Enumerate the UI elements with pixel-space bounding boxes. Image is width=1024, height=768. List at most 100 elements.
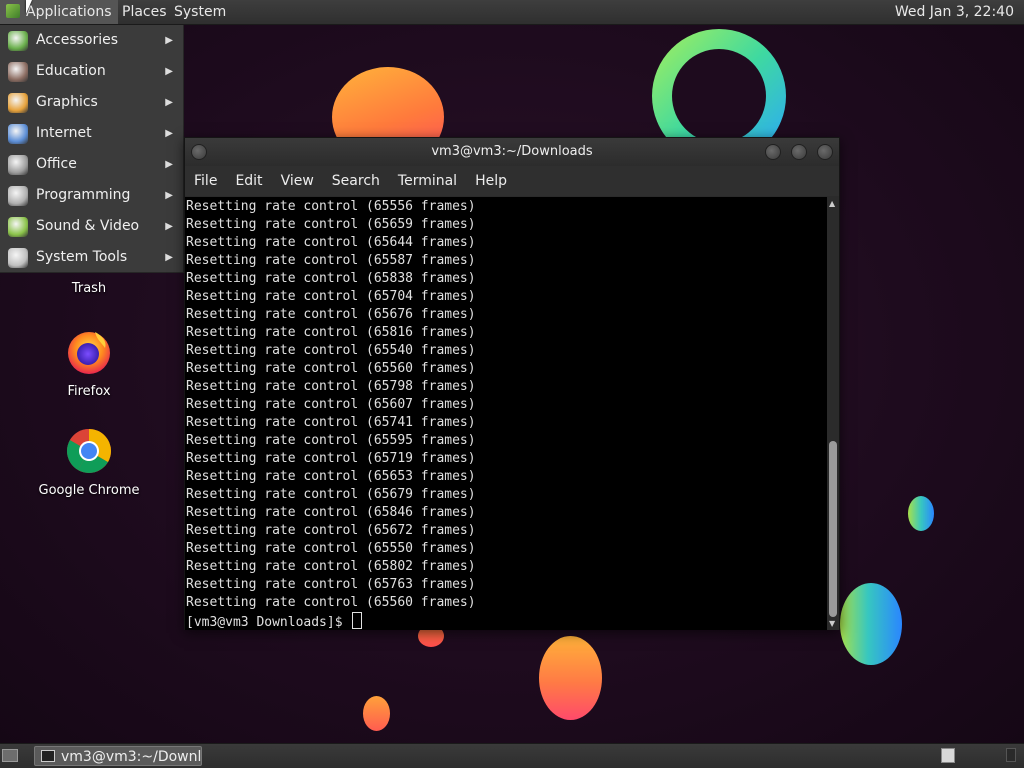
- terminal-output: Resetting rate control (65556 frames) Res…: [185, 197, 828, 612]
- applications-menu-label: Applications: [26, 4, 112, 20]
- terminal-menu-help[interactable]: Help: [466, 166, 516, 196]
- submenu-arrow-icon: ▶: [165, 159, 173, 170]
- desktop-icon-trash[interactable]: Trash: [29, 277, 149, 296]
- terminal-output-line: Resetting rate control (65644 frames): [186, 235, 476, 250]
- desktop-icon-chrome[interactable]: Google Chrome: [29, 427, 149, 498]
- terminal-output-line: Resetting rate control (65763 frames): [186, 577, 476, 592]
- terminal-screen[interactable]: Resetting rate control (65556 frames) Res…: [185, 197, 828, 630]
- desktop-icon-firefox[interactable]: Firefox: [29, 328, 149, 399]
- terminal-output-line: Resetting rate control (65679 frames): [186, 487, 476, 502]
- submenu-arrow-icon: ▶: [165, 252, 173, 263]
- taskbar-item-terminal[interactable]: vm3@vm3:~/Downl...: [34, 746, 202, 766]
- scroll-down-arrow-icon[interactable]: ▼: [829, 619, 835, 628]
- apps-menu-item-education[interactable]: Education ▶: [0, 56, 183, 87]
- apps-menu-item-label: Office: [36, 156, 77, 172]
- maximize-button[interactable]: [791, 144, 807, 160]
- terminal-output-line: Resetting rate control (65846 frames): [186, 505, 476, 520]
- terminal-output-line: Resetting rate control (65560 frames): [186, 361, 476, 376]
- internet-icon: [8, 124, 28, 144]
- submenu-arrow-icon: ▶: [165, 221, 173, 232]
- apps-menu-item-system-tools[interactable]: System Tools ▶: [0, 242, 183, 273]
- terminal-icon: [41, 750, 55, 762]
- wallpaper-blue-oval: [840, 583, 902, 665]
- wallpaper-orange-dot: [363, 696, 390, 731]
- terminal-output-line: Resetting rate control (65798 frames): [186, 379, 476, 394]
- terminal-output-line: Resetting rate control (65595 frames): [186, 433, 476, 448]
- terminal-output-line: Resetting rate control (65719 frames): [186, 451, 476, 466]
- text-cursor: [352, 612, 363, 629]
- terminal-prompt-line[interactable]: [vm3@vm3 Downloads]$: [185, 612, 828, 630]
- apps-menu-item-label: Internet: [36, 125, 92, 141]
- terminal-menu-search[interactable]: Search: [323, 166, 389, 196]
- applications-dropdown: Accessories ▶ Education ▶ Graphics ▶ Internet ▶…: [0, 25, 184, 273]
- office-icon: [8, 155, 28, 175]
- graphics-icon: [8, 93, 28, 113]
- applications-logo-icon: [6, 4, 20, 18]
- scroll-up-arrow-icon[interactable]: ▲: [829, 199, 835, 208]
- apps-menu-item-office[interactable]: Office ▶: [0, 149, 183, 180]
- places-menu[interactable]: Places: [116, 0, 173, 24]
- terminal-output-line: Resetting rate control (65556 frames): [186, 199, 476, 214]
- terminal-menu-terminal[interactable]: Terminal: [389, 166, 466, 196]
- submenu-arrow-icon: ▶: [165, 35, 173, 46]
- terminal-window: vm3@vm3:~/Downloads File Edit View Search Te…: [184, 137, 840, 630]
- education-icon: [8, 62, 28, 82]
- scrollbar-thumb[interactable]: [829, 441, 837, 617]
- terminal-output-line: Resetting rate control (65704 frames): [186, 289, 476, 304]
- terminal-output-line: Resetting rate control (65653 frames): [186, 469, 476, 484]
- trash-applet-icon[interactable]: [1006, 748, 1016, 762]
- chrome-icon: [67, 429, 111, 473]
- bottom-panel: vm3@vm3:~/Downl...: [0, 743, 1024, 768]
- apps-menu-item-label: Accessories: [36, 32, 119, 48]
- firefox-label: Firefox: [67, 384, 111, 399]
- taskbar-item-label: vm3@vm3:~/Downl...: [61, 749, 202, 765]
- apps-menu-item-internet[interactable]: Internet ▶: [0, 118, 183, 149]
- apps-menu-item-label: System Tools: [36, 249, 128, 265]
- terminal-menu-view[interactable]: View: [272, 166, 323, 196]
- mouse-pointer-icon: [26, 0, 32, 14]
- firefox-icon: [68, 332, 110, 374]
- terminal-output-line: Resetting rate control (65587 frames): [186, 253, 476, 268]
- apps-menu-item-label: Graphics: [36, 94, 98, 110]
- top-panel: Applications Places System Wed Jan 3, 22…: [0, 0, 1024, 25]
- sound-video-icon: [8, 217, 28, 237]
- wallpaper-orange-oval: [539, 636, 602, 720]
- apps-menu-item-sound-video[interactable]: Sound & Video ▶: [0, 211, 183, 242]
- apps-menu-item-label: Programming: [36, 187, 131, 203]
- terminal-output-line: Resetting rate control (65607 frames): [186, 397, 476, 412]
- close-button[interactable]: [817, 144, 833, 160]
- terminal-output-line: Resetting rate control (65676 frames): [186, 307, 476, 322]
- minimize-button[interactable]: [765, 144, 781, 160]
- window-title: vm3@vm3:~/Downloads: [431, 144, 593, 159]
- clock[interactable]: Wed Jan 3, 22:40: [889, 0, 1020, 24]
- terminal-output-line: Resetting rate control (65802 frames): [186, 559, 476, 574]
- apps-menu-item-label: Sound & Video: [36, 218, 140, 234]
- terminal-scrollbar[interactable]: ▲ ▼: [827, 197, 839, 630]
- terminal-output-line: Resetting rate control (65550 frames): [186, 541, 476, 556]
- terminal-output-line: Resetting rate control (65560 frames): [186, 595, 476, 610]
- submenu-arrow-icon: ▶: [165, 190, 173, 201]
- chrome-label: Google Chrome: [38, 483, 140, 498]
- terminal-output-line: Resetting rate control (65659 frames): [186, 217, 476, 232]
- terminal-titlebar[interactable]: vm3@vm3:~/Downloads: [185, 138, 839, 166]
- system-menu[interactable]: System: [168, 0, 232, 24]
- terminal-menu-file[interactable]: File: [185, 166, 226, 196]
- system-tools-icon: [8, 248, 28, 268]
- terminal-menu-edit[interactable]: Edit: [226, 166, 271, 196]
- wallpaper-blue-dot-small: [908, 496, 934, 531]
- shell-prompt: [vm3@vm3 Downloads]$: [186, 615, 351, 630]
- terminal-output-line: Resetting rate control (65540 frames): [186, 343, 476, 358]
- workspace-switcher[interactable]: [941, 748, 955, 763]
- apps-menu-item-programming[interactable]: Programming ▶: [0, 180, 183, 211]
- apps-menu-item-graphics[interactable]: Graphics ▶: [0, 87, 183, 118]
- window-menu-button[interactable]: [191, 144, 207, 160]
- show-desktop-button[interactable]: [2, 749, 18, 762]
- programming-icon: [8, 186, 28, 206]
- apps-menu-item-accessories[interactable]: Accessories ▶: [0, 25, 183, 56]
- trash-label: Trash: [71, 281, 107, 296]
- terminal-output-line: Resetting rate control (65838 frames): [186, 271, 476, 286]
- applications-menu[interactable]: Applications: [0, 0, 118, 24]
- submenu-arrow-icon: ▶: [165, 66, 173, 77]
- submenu-arrow-icon: ▶: [165, 128, 173, 139]
- terminal-output-line: Resetting rate control (65672 frames): [186, 523, 476, 538]
